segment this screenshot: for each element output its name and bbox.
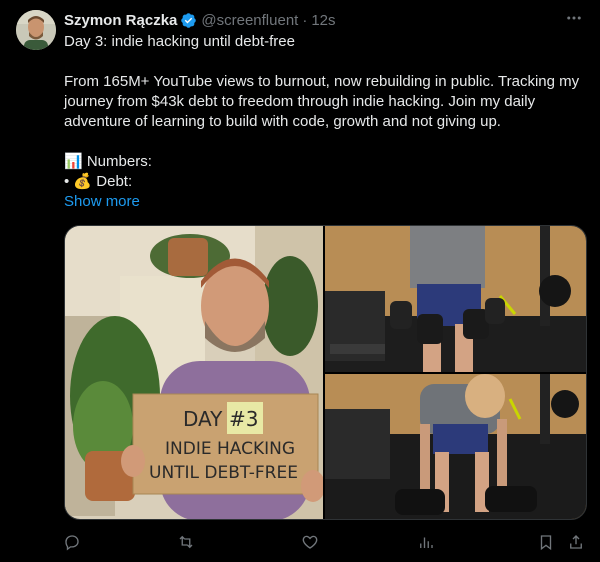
sign-text-day: DAY <box>183 407 223 431</box>
like-icon[interactable] <box>296 528 324 556</box>
media-photo-sign[interactable]: DAY #3 INDIE HACKING UNTIL DEBT-FREE <box>65 226 323 519</box>
separator-dot: · <box>302 11 308 29</box>
avatar-image <box>16 10 56 50</box>
media-grid: DAY #3 INDIE HACKING UNTIL DEBT-FREE <box>64 225 587 520</box>
tweet-paragraph: From 165M+ YouTube views to burnout, now… <box>64 73 580 130</box>
reply-icon[interactable] <box>58 528 86 556</box>
action-bar <box>56 528 590 556</box>
avatar[interactable] <box>16 10 56 50</box>
sign-text-line3: UNTIL DEBT-FREE <box>149 463 298 483</box>
numbers-line: 📊 Numbers: <box>64 153 152 170</box>
retweet-icon[interactable] <box>172 528 200 556</box>
sign-text-line2: INDIE HACKING <box>165 439 295 459</box>
sign-text-number: #3 <box>229 407 258 431</box>
tweet-title: Day 3: indie hacking until debt-free <box>64 33 295 50</box>
verified-badge-icon[interactable] <box>180 12 197 29</box>
show-more-link[interactable]: Show more <box>64 192 140 212</box>
media-photo-dumbbells-standing[interactable] <box>325 226 586 372</box>
author-handle[interactable]: @screenfluent <box>201 12 298 29</box>
debt-line: • 💰 Debt: <box>64 173 133 190</box>
bookmark-icon[interactable] <box>532 528 560 556</box>
tweet-header: Szymon Rączka @screenfluent · 12s <box>64 10 584 30</box>
timestamp[interactable]: 12s <box>311 12 335 29</box>
views-icon[interactable] <box>412 528 440 556</box>
author-name[interactable]: Szymon Rączka <box>64 12 177 29</box>
more-options-icon[interactable] <box>562 8 586 28</box>
share-icon[interactable] <box>562 528 590 556</box>
media-photo-bent-over[interactable] <box>325 373 586 519</box>
tweet-text: Day 3: indie hacking until debt-free Fro… <box>64 32 586 212</box>
